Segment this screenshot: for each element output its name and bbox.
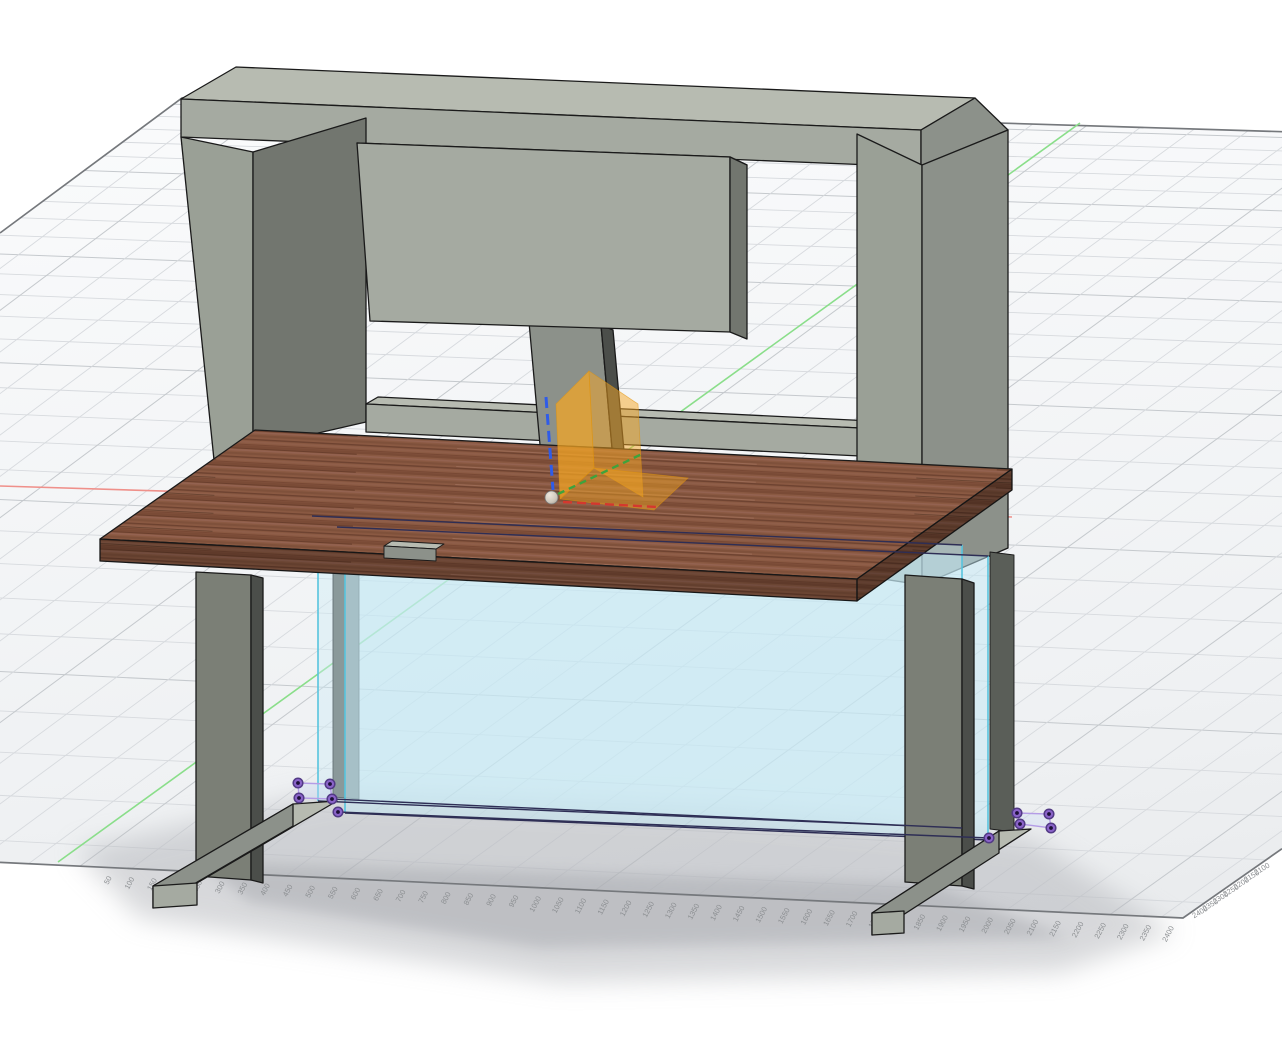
bracket-front[interactable] — [384, 546, 436, 561]
monitor-screen-face[interactable] — [357, 143, 730, 332]
sketch-point[interactable] — [1015, 819, 1025, 829]
sketch-point[interactable] — [325, 779, 335, 789]
monitor[interactable] — [357, 143, 747, 339]
origin-point[interactable] — [545, 491, 558, 504]
sketch-point[interactable] — [294, 793, 304, 803]
sketch-point[interactable] — [1046, 823, 1056, 833]
desk-model[interactable] — [100, 67, 1056, 935]
cad-viewport[interactable]: 5010015020025030035040045050055060065070… — [0, 0, 1282, 1051]
right-leg-front[interactable] — [905, 575, 962, 886]
right-foot-end[interactable] — [872, 911, 904, 935]
rear-right-leg[interactable] — [990, 552, 1014, 832]
right-leg-side[interactable] — [962, 579, 974, 889]
monitor-side-edge[interactable] — [730, 157, 747, 339]
sketch-point[interactable] — [1012, 808, 1022, 818]
sketch-point[interactable] — [333, 807, 343, 817]
sketch-point[interactable] — [293, 778, 303, 788]
left-foot-end[interactable] — [153, 883, 197, 908]
sketch-point[interactable] — [327, 794, 337, 804]
hutch-left-panel-inner[interactable] — [253, 118, 366, 448]
sketch-point[interactable] — [1044, 809, 1054, 819]
sketch-point[interactable] — [984, 833, 994, 843]
